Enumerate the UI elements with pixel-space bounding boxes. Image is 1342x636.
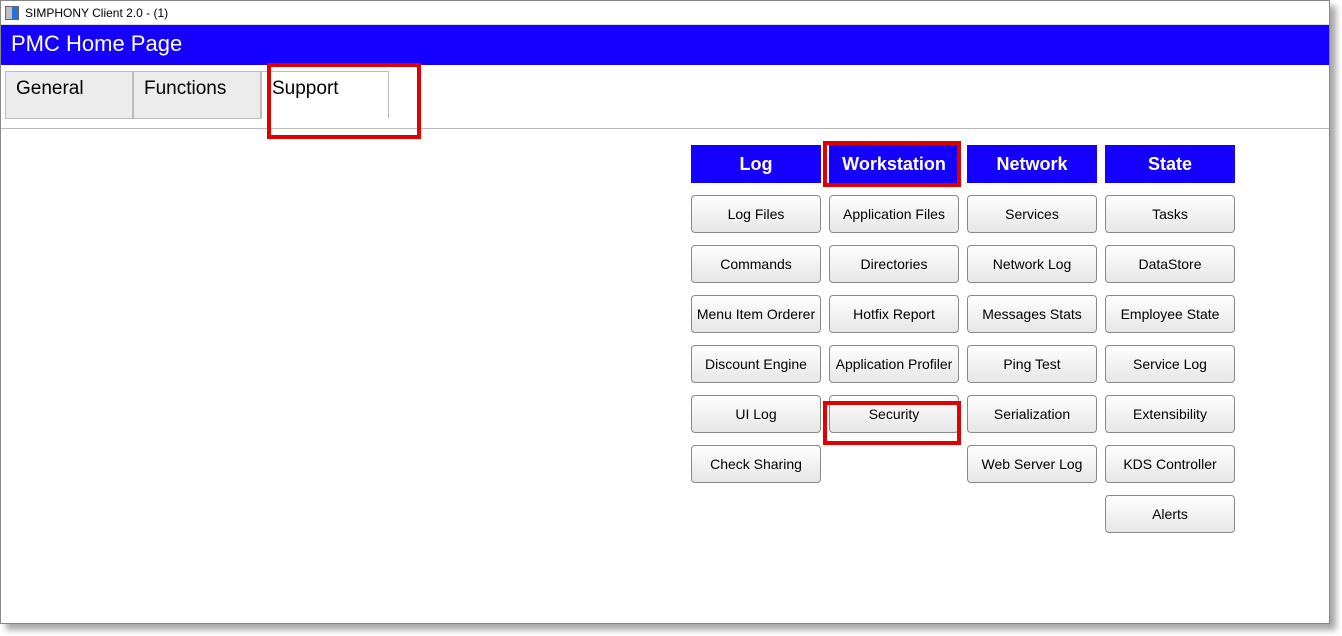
messages-stats-button[interactable]: Messages Stats [967, 295, 1097, 333]
menu-item-orderer-button[interactable]: Menu Item Orderer [691, 295, 821, 333]
app-icon [5, 6, 19, 20]
network-log-button[interactable]: Network Log [967, 245, 1097, 283]
alerts-button[interactable]: Alerts [1105, 495, 1235, 533]
ui-log-button[interactable]: UI Log [691, 395, 821, 433]
service-log-button[interactable]: Service Log [1105, 345, 1235, 383]
page-title: PMC Home Page [1, 25, 1329, 65]
column-header-network: Network [967, 145, 1097, 183]
web-server-log-button[interactable]: Web Server Log [967, 445, 1097, 483]
tabs: General Functions Support [1, 65, 1329, 129]
employee-state-button[interactable]: Employee State [1105, 295, 1235, 333]
hotfix-report-button[interactable]: Hotfix Report [829, 295, 959, 333]
window-title: SIMPHONY Client 2.0 - (1) [25, 6, 168, 20]
tab-general[interactable]: General [5, 71, 133, 119]
extensibility-button[interactable]: Extensibility [1105, 395, 1235, 433]
directories-button[interactable]: Directories [829, 245, 959, 283]
discount-engine-button[interactable]: Discount Engine [691, 345, 821, 383]
kds-controller-button[interactable]: KDS Controller [1105, 445, 1235, 483]
column-header-workstation: Workstation [829, 145, 959, 183]
application-files-button[interactable]: Application Files [829, 195, 959, 233]
application-profiler-button[interactable]: Application Profiler [829, 345, 959, 383]
ping-test-button[interactable]: Ping Test [967, 345, 1097, 383]
security-button[interactable]: Security [829, 395, 959, 433]
datastore-button[interactable]: DataStore [1105, 245, 1235, 283]
support-grid: Log Workstation Network State Log Files … [691, 145, 1235, 533]
window-titlebar: SIMPHONY Client 2.0 - (1) [1, 1, 1329, 25]
serialization-button[interactable]: Serialization [967, 395, 1097, 433]
check-sharing-button[interactable]: Check Sharing [691, 445, 821, 483]
log-files-button[interactable]: Log Files [691, 195, 821, 233]
commands-button[interactable]: Commands [691, 245, 821, 283]
column-header-state: State [1105, 145, 1235, 183]
tasks-button[interactable]: Tasks [1105, 195, 1235, 233]
tab-support[interactable]: Support [261, 71, 389, 119]
tab-functions[interactable]: Functions [133, 71, 261, 119]
column-header-log: Log [691, 145, 821, 183]
services-button[interactable]: Services [967, 195, 1097, 233]
